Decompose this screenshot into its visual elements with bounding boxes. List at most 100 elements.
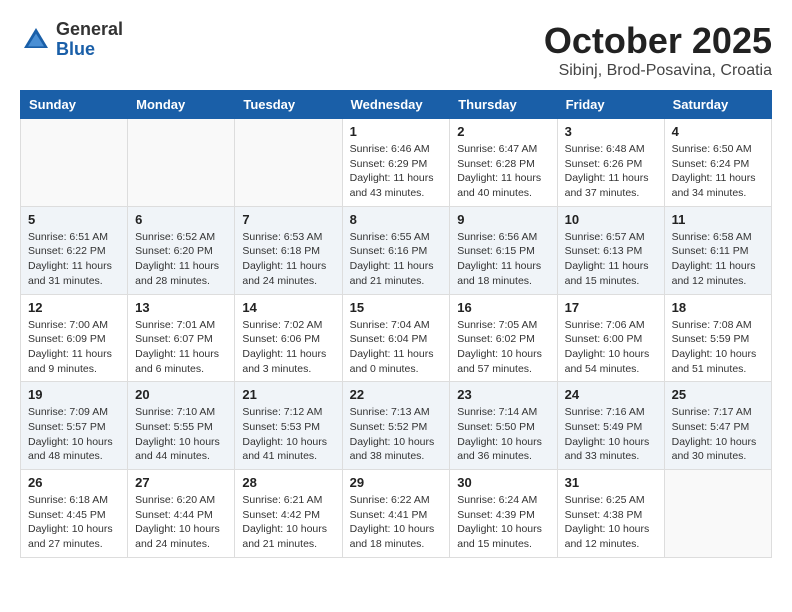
calendar-cell: 15Sunrise: 7:04 AM Sunset: 6:04 PM Dayli… [342, 294, 450, 382]
calendar-cell: 31Sunrise: 6:25 AM Sunset: 4:38 PM Dayli… [557, 470, 664, 558]
day-info: Sunrise: 6:24 AM Sunset: 4:39 PM Dayligh… [457, 493, 549, 552]
calendar-cell: 23 Sunrise: 7:14 AM Sunset: 5:50 PM Dayli… [450, 382, 557, 470]
weekday-header-saturday: Saturday [664, 91, 771, 119]
day-number: 15 [350, 300, 443, 315]
calendar-cell: 5 Sunrise: 6:51 AM Sunset: 6:22 PM Daylig… [21, 206, 128, 294]
calendar-cell: 26 Sunrise: 6:18 AM Sunset: 4:45 PM Dayli… [21, 470, 128, 558]
calendar-cell [128, 119, 235, 207]
day-info: Sunrise: 6:46 AM Sunset: 6:29 PM Dayligh… [350, 142, 443, 201]
day-number: 8 [350, 212, 443, 227]
day-info: Sunrise: 7:05 AM Sunset: 6:02 PM Dayligh… [457, 318, 549, 377]
day-number: 7 [242, 212, 334, 227]
day-number: 28 [242, 475, 334, 490]
page-header: General Blue October 2025 Sibinj, Brod-P… [20, 20, 772, 80]
day-info: Sunrise: 6:22 AM Sunset: 4:41 PM Dayligh… [350, 493, 443, 552]
calendar-cell: 21 Sunrise: 7:12 AM Sunset: 5:53 PM Dayli… [235, 382, 342, 470]
calendar-cell: 6 Sunrise: 6:52 AM Sunset: 6:20 PM Daylig… [128, 206, 235, 294]
day-number: 10 [565, 212, 657, 227]
day-info: Sunrise: 6:18 AM Sunset: 4:45 PM Dayligh… [28, 493, 120, 552]
logo-general: General [56, 20, 123, 40]
calendar-week-row: 19 Sunrise: 7:09 AM Sunset: 5:57 PM Dayli… [21, 382, 772, 470]
calendar-cell: 9Sunrise: 6:56 AM Sunset: 6:15 PM Daylig… [450, 206, 557, 294]
day-number: 29 [350, 475, 443, 490]
logo-text: General Blue [56, 20, 123, 60]
calendar-cell [664, 470, 771, 558]
calendar-cell: 20Sunrise: 7:10 AM Sunset: 5:55 PM Dayli… [128, 382, 235, 470]
day-info: Sunrise: 6:48 AM Sunset: 6:26 PM Dayligh… [565, 142, 657, 201]
day-number: 26 [28, 475, 120, 490]
day-number: 20 [135, 387, 227, 402]
day-info: Sunrise: 7:17 AM Sunset: 5:47 PM Dayligh… [672, 405, 764, 464]
calendar-cell: 14 Sunrise: 7:02 AM Sunset: 6:06 PM Dayli… [235, 294, 342, 382]
day-number: 23 [457, 387, 549, 402]
day-info: Sunrise: 6:20 AM Sunset: 4:44 PM Dayligh… [135, 493, 227, 552]
weekday-header-thursday: Thursday [450, 91, 557, 119]
location: Sibinj, Brod-Posavina, Croatia [544, 62, 772, 80]
weekday-header-friday: Friday [557, 91, 664, 119]
calendar-cell: 11Sunrise: 6:58 AM Sunset: 6:11 PM Dayli… [664, 206, 771, 294]
calendar-cell: 7 Sunrise: 6:53 AM Sunset: 6:18 PM Daylig… [235, 206, 342, 294]
day-number: 24 [565, 387, 657, 402]
calendar-cell: 10 Sunrise: 6:57 AM Sunset: 6:13 PM Dayli… [557, 206, 664, 294]
calendar-cell: 3 Sunrise: 6:48 AM Sunset: 6:26 PM Daylig… [557, 119, 664, 207]
day-number: 27 [135, 475, 227, 490]
calendar-cell: 29 Sunrise: 6:22 AM Sunset: 4:41 PM Dayli… [342, 470, 450, 558]
day-info: Sunrise: 6:57 AM Sunset: 6:13 PM Dayligh… [565, 230, 657, 289]
day-number: 19 [28, 387, 120, 402]
calendar-cell: 28Sunrise: 6:21 AM Sunset: 4:42 PM Dayli… [235, 470, 342, 558]
calendar-cell: 12 Sunrise: 7:00 AM Sunset: 6:09 PM Dayli… [21, 294, 128, 382]
weekday-header-monday: Monday [128, 91, 235, 119]
calendar-cell: 19 Sunrise: 7:09 AM Sunset: 5:57 PM Dayli… [21, 382, 128, 470]
day-info: Sunrise: 7:16 AM Sunset: 5:49 PM Dayligh… [565, 405, 657, 464]
day-number: 22 [350, 387, 443, 402]
day-number: 21 [242, 387, 334, 402]
logo: General Blue [20, 20, 123, 60]
weekday-header-sunday: Sunday [21, 91, 128, 119]
calendar-cell: 1Sunrise: 6:46 AM Sunset: 6:29 PM Daylig… [342, 119, 450, 207]
day-info: Sunrise: 6:53 AM Sunset: 6:18 PM Dayligh… [242, 230, 334, 289]
day-info: Sunrise: 7:06 AM Sunset: 6:00 PM Dayligh… [565, 318, 657, 377]
day-info: Sunrise: 6:55 AM Sunset: 6:16 PM Dayligh… [350, 230, 443, 289]
calendar-cell: 27 Sunrise: 6:20 AM Sunset: 4:44 PM Dayli… [128, 470, 235, 558]
day-number: 2 [457, 124, 549, 139]
calendar-cell: 13 Sunrise: 7:01 AM Sunset: 6:07 PM Dayli… [128, 294, 235, 382]
day-info: Sunrise: 6:47 AM Sunset: 6:28 PM Dayligh… [457, 142, 549, 201]
day-number: 12 [28, 300, 120, 315]
day-number: 17 [565, 300, 657, 315]
day-info: Sunrise: 7:12 AM Sunset: 5:53 PM Dayligh… [242, 405, 334, 464]
day-number: 4 [672, 124, 764, 139]
day-info: Sunrise: 6:56 AM Sunset: 6:15 PM Dayligh… [457, 230, 549, 289]
logo-blue: Blue [56, 40, 123, 60]
day-number: 6 [135, 212, 227, 227]
day-info: Sunrise: 7:08 AM Sunset: 5:59 PM Dayligh… [672, 318, 764, 377]
calendar-cell: 24 Sunrise: 7:16 AM Sunset: 5:49 PM Dayli… [557, 382, 664, 470]
day-info: Sunrise: 7:09 AM Sunset: 5:57 PM Dayligh… [28, 405, 120, 464]
day-info: Sunrise: 6:51 AM Sunset: 6:22 PM Dayligh… [28, 230, 120, 289]
day-info: Sunrise: 6:58 AM Sunset: 6:11 PM Dayligh… [672, 230, 764, 289]
day-number: 13 [135, 300, 227, 315]
calendar-week-row: 26 Sunrise: 6:18 AM Sunset: 4:45 PM Dayli… [21, 470, 772, 558]
calendar-cell: 30 Sunrise: 6:24 AM Sunset: 4:39 PM Dayli… [450, 470, 557, 558]
calendar-cell: 16 Sunrise: 7:05 AM Sunset: 6:02 PM Dayli… [450, 294, 557, 382]
day-number: 30 [457, 475, 549, 490]
day-info: Sunrise: 7:02 AM Sunset: 6:06 PM Dayligh… [242, 318, 334, 377]
day-info: Sunrise: 7:13 AM Sunset: 5:52 PM Dayligh… [350, 405, 443, 464]
day-number: 16 [457, 300, 549, 315]
calendar-week-row: 5 Sunrise: 6:51 AM Sunset: 6:22 PM Daylig… [21, 206, 772, 294]
weekday-header-row: SundayMondayTuesdayWednesdayThursdayFrid… [21, 91, 772, 119]
calendar-cell [235, 119, 342, 207]
day-info: Sunrise: 7:01 AM Sunset: 6:07 PM Dayligh… [135, 318, 227, 377]
weekday-header-tuesday: Tuesday [235, 91, 342, 119]
day-number: 5 [28, 212, 120, 227]
day-number: 3 [565, 124, 657, 139]
calendar-cell: 18Sunrise: 7:08 AM Sunset: 5:59 PM Dayli… [664, 294, 771, 382]
day-info: Sunrise: 7:14 AM Sunset: 5:50 PM Dayligh… [457, 405, 549, 464]
day-number: 14 [242, 300, 334, 315]
weekday-header-wednesday: Wednesday [342, 91, 450, 119]
logo-icon [20, 24, 52, 56]
title-area: October 2025 Sibinj, Brod-Posavina, Croa… [544, 20, 772, 80]
day-info: Sunrise: 6:52 AM Sunset: 6:20 PM Dayligh… [135, 230, 227, 289]
day-info: Sunrise: 7:00 AM Sunset: 6:09 PM Dayligh… [28, 318, 120, 377]
calendar-cell: 8 Sunrise: 6:55 AM Sunset: 6:16 PM Daylig… [342, 206, 450, 294]
day-number: 25 [672, 387, 764, 402]
